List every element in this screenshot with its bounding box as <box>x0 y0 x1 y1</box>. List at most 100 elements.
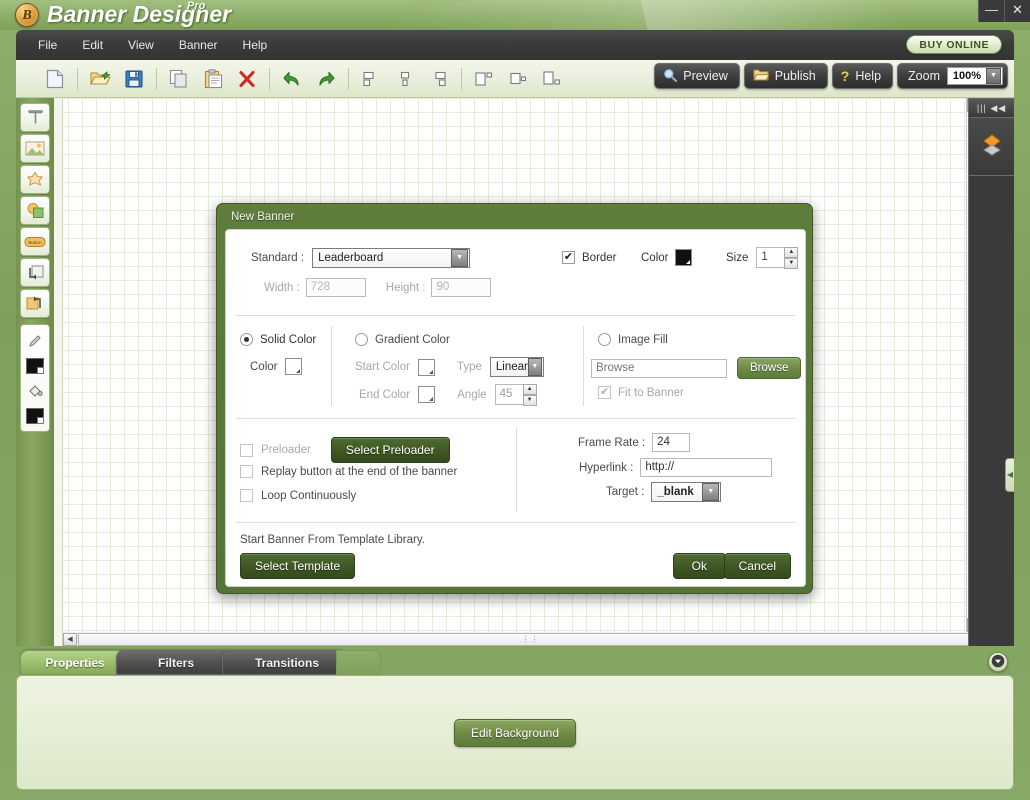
tab-filters[interactable]: Filters <box>116 650 236 675</box>
rotate-right-tool-icon[interactable] <box>20 289 50 318</box>
zoom-select[interactable]: 100% ▼ <box>947 67 1003 85</box>
copy-icon[interactable] <box>163 64 195 94</box>
target-select[interactable]: _blank ▼ <box>651 482 722 502</box>
zoom-label: Zoom <box>908 69 940 83</box>
end-color-swatch[interactable] <box>418 386 436 403</box>
layers-panel[interactable] <box>968 118 1014 176</box>
menu-item-file[interactable]: File <box>28 35 67 55</box>
frame-rate-input[interactable]: 24 <box>652 433 691 452</box>
image-fill-radio[interactable] <box>598 333 611 346</box>
image-path-input[interactable] <box>591 358 727 378</box>
solid-color-radio[interactable] <box>240 333 253 346</box>
border-size-stepper[interactable]: 1 ▲ ▼ <box>756 247 799 269</box>
browse-button[interactable]: Browse <box>737 357 802 379</box>
replay-button-checkbox[interactable] <box>240 465 253 478</box>
text-tool-icon[interactable] <box>20 103 50 132</box>
gradient-color-radio[interactable] <box>355 333 368 346</box>
chevron-down-icon[interactable]: ▼ <box>702 483 720 501</box>
start-color-swatch[interactable] <box>417 358 435 376</box>
stepper-down-icon[interactable]: ▼ <box>522 395 537 406</box>
open-folder-icon[interactable] <box>84 64 116 94</box>
zoom-value: 100% <box>952 70 982 82</box>
svg-text:Button: Button <box>28 240 42 245</box>
stepper-up-icon[interactable]: ▲ <box>522 384 537 395</box>
template-section: Start Banner From Template Library. Sele… <box>226 523 805 589</box>
align-middle-icon[interactable] <box>502 64 534 94</box>
gradient-type-value: Linear <box>495 361 528 373</box>
align-right-icon[interactable] <box>423 64 455 94</box>
panel-collapse-button[interactable] <box>988 652 1008 672</box>
edit-background-button[interactable]: Edit Background <box>453 718 577 747</box>
height-input[interactable]: 90 <box>431 278 492 297</box>
border-checkbox[interactable]: ✔ <box>562 251 575 264</box>
chevron-down-icon[interactable]: ▼ <box>451 249 469 267</box>
align-center-icon[interactable] <box>389 64 421 94</box>
fit-to-banner-checkbox[interactable]: ✔ <box>598 386 611 399</box>
gradient-angle-stepper[interactable]: 45 ▲ ▼ <box>494 384 537 406</box>
help-button[interactable]: ? Help <box>831 63 894 89</box>
redo-arrow-icon[interactable] <box>310 64 342 94</box>
menu-item-banner[interactable]: Banner <box>169 35 228 55</box>
dock-resize-grip[interactable]: ◀ <box>1005 458 1014 492</box>
solid-color-swatch[interactable] <box>285 358 303 375</box>
tab-transitions[interactable]: Transitions <box>222 650 352 675</box>
align-bottom-icon[interactable] <box>536 64 568 94</box>
target-value: _blank <box>657 486 694 498</box>
search-magnifier-icon <box>663 68 678 85</box>
stepper-buttons[interactable]: ▲ ▼ <box>522 384 537 406</box>
shape-star-tool-icon[interactable] <box>20 165 50 194</box>
image-tool-icon[interactable] <box>20 134 50 163</box>
align-top-icon[interactable] <box>468 64 500 94</box>
border-color-swatch[interactable] <box>675 249 693 266</box>
vertical-ruler <box>54 98 63 646</box>
undo-arrow-icon[interactable] <box>276 64 308 94</box>
scroll-left-button[interactable]: ◀ <box>63 632 77 646</box>
select-template-button[interactable]: Select Template <box>240 553 356 579</box>
delete-x-icon[interactable] <box>231 64 263 94</box>
border-size-value[interactable]: 1 <box>756 247 785 268</box>
menu-item-help[interactable]: Help <box>233 35 278 55</box>
button-tool-icon[interactable]: Button <box>20 227 50 256</box>
width-input[interactable]: 728 <box>305 278 366 297</box>
background-color-swatch[interactable] <box>21 403 49 428</box>
ok-button[interactable]: Ok <box>672 553 726 579</box>
gradient-angle-value[interactable]: 45 <box>494 384 523 405</box>
stepper-down-icon[interactable]: ▼ <box>784 258 799 269</box>
canvas-horizontal-scrollbar[interactable]: ◀ ⋮⋮ ▶ <box>63 632 998 646</box>
gradient-type-select[interactable]: Linear ▼ <box>489 357 544 377</box>
buy-online-button[interactable]: BUY ONLINE <box>906 35 1002 54</box>
horizontal-scroll-thumb[interactable]: ⋮⋮ <box>78 632 983 646</box>
dock-collapse-handle[interactable]: ||| ◀◀ <box>968 98 1014 118</box>
paste-icon[interactable] <box>197 64 229 94</box>
shape-overlap-tool-icon[interactable] <box>20 196 50 225</box>
save-disk-icon[interactable] <box>118 64 150 94</box>
menu-item-view[interactable]: View <box>118 35 164 55</box>
align-left-icon[interactable] <box>355 64 387 94</box>
menu-bar: File Edit View Banner Help BUY ONLINE <box>16 30 1014 60</box>
foreground-color-swatch[interactable] <box>21 353 49 378</box>
select-preloader-button[interactable]: Select Preloader <box>330 437 450 463</box>
close-button[interactable]: ✕ <box>1004 0 1030 22</box>
stepper-buttons[interactable]: ▲ ▼ <box>784 247 799 269</box>
menu-item-edit[interactable]: Edit <box>72 35 113 55</box>
layers-dock: ||| ◀◀ <box>968 98 1014 646</box>
standard-select[interactable]: Leaderboard ▼ <box>312 248 471 268</box>
tab-properties[interactable]: Properties <box>20 650 130 675</box>
hyperlink-input[interactable]: http:// <box>640 458 773 477</box>
rotate-left-tool-icon[interactable] <box>20 258 50 287</box>
preloader-checkbox[interactable] <box>240 443 253 457</box>
new-document-icon[interactable] <box>39 64 71 94</box>
fill-bucket-icon[interactable] <box>21 378 49 403</box>
cancel-button[interactable]: Cancel <box>723 553 791 579</box>
loop-continuously-checkbox[interactable] <box>240 489 253 502</box>
chevron-down-icon[interactable]: ▼ <box>527 358 542 376</box>
divider <box>516 427 517 512</box>
minimize-button[interactable]: — <box>978 0 1004 22</box>
fit-to-banner-label: Fit to Banner <box>618 386 684 399</box>
chevron-down-icon[interactable]: ▼ <box>986 68 1001 84</box>
stepper-up-icon[interactable]: ▲ <box>784 247 799 258</box>
layers-diamond-icon[interactable] <box>979 132 1005 161</box>
publish-button[interactable]: Publish <box>743 63 828 89</box>
pencil-icon[interactable] <box>21 328 49 353</box>
preview-button[interactable]: Preview <box>654 63 740 89</box>
